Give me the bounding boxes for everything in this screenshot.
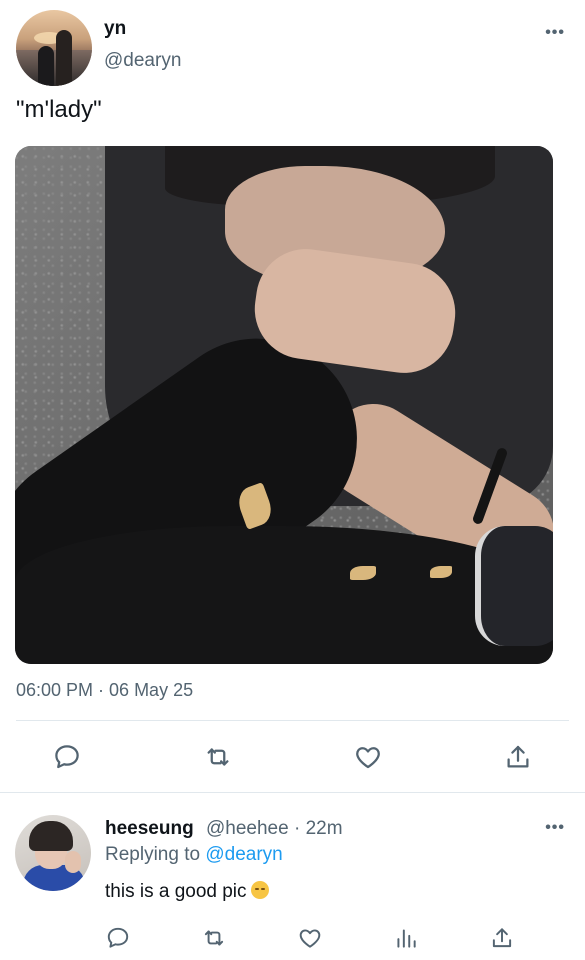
heart-icon[interactable]	[297, 925, 323, 951]
reply-handle-time: @heehee · 22m	[206, 818, 343, 839]
tweet-text: "m'lady"	[16, 96, 102, 123]
avatar[interactable]	[16, 10, 92, 86]
reply-author-name[interactable]: heeseung	[105, 818, 194, 840]
divider	[0, 792, 585, 793]
reply-tweet[interactable]: heeseung @heehee · 22m ••• Replying to @…	[0, 805, 585, 960]
bar-chart-icon[interactable]	[393, 925, 419, 951]
tweet-photo[interactable]	[15, 146, 553, 664]
reply-text: this is a good pic	[105, 881, 269, 903]
more-horizontal-icon[interactable]: •••	[545, 24, 565, 42]
author-display-name[interactable]: yn	[104, 18, 126, 40]
heart-icon[interactable]	[353, 742, 383, 772]
tweet-action-bar	[0, 740, 585, 780]
comment-icon[interactable]	[105, 925, 131, 951]
more-horizontal-icon[interactable]: •••	[545, 819, 565, 837]
tweet-header: yn @dearyn •••	[16, 10, 569, 88]
tweet-timestamp[interactable]: 06:00 PM · 06 May 25	[16, 680, 193, 701]
pensive-face-icon	[250, 881, 269, 899]
comment-icon[interactable]	[52, 742, 82, 772]
share-icon[interactable]	[489, 925, 515, 951]
share-icon[interactable]	[503, 742, 533, 772]
replying-to: Replying to @dearyn	[105, 844, 283, 866]
avatar[interactable]	[15, 815, 91, 891]
retweet-icon[interactable]	[201, 925, 227, 951]
retweet-icon[interactable]	[203, 742, 233, 772]
mention-link[interactable]: @dearyn	[205, 844, 282, 865]
reply-text-content: this is a good pic	[105, 881, 247, 902]
author-handle[interactable]: @dearyn	[104, 50, 181, 72]
replying-prefix: Replying to	[105, 844, 201, 865]
reply-action-bar	[0, 925, 585, 955]
divider	[16, 720, 569, 721]
